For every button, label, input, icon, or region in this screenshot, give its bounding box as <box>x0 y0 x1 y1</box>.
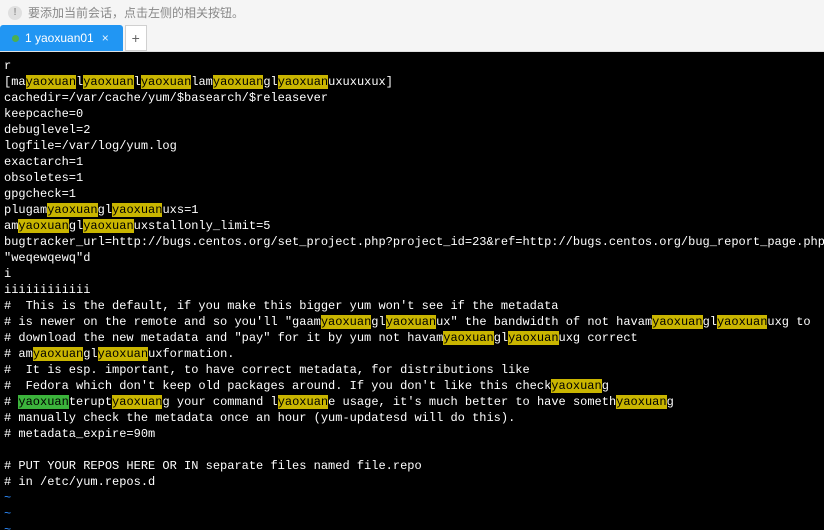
term-line: debuglevel=2 <box>4 123 90 137</box>
term-line: gpgcheck=1 <box>4 187 76 201</box>
term-line: r <box>4 59 11 73</box>
search-highlight: yaoxuan <box>278 75 328 89</box>
search-highlight: yaoxuan <box>616 395 666 409</box>
info-icon: ! <box>8 6 22 20</box>
tab-label: 1 yaoxuan01 <box>25 31 94 45</box>
term-line: # amyaoxuanglyaoxuanuxformation. <box>4 347 234 361</box>
search-highlight: yaoxuan <box>652 315 702 329</box>
search-highlight: yaoxuan <box>321 315 371 329</box>
term-line: [mayaoxuanlyaoxuanlyaoxuanlamyaoxuanglya… <box>4 75 393 89</box>
term-line: bugtracker_url=http://bugs.centos.org/se… <box>4 235 824 249</box>
search-highlight: yaoxuan <box>278 395 328 409</box>
search-highlight: yaoxuan <box>443 331 493 345</box>
term-line: cachedir=/var/cache/yum/$basearch/$relea… <box>4 91 328 105</box>
term-line: # yaoxuanteruptyaoxuang your command lya… <box>4 395 674 409</box>
term-line: plugamyaoxuanglyaoxuanuxs=1 <box>4 203 198 217</box>
search-highlight: yaoxuan <box>47 203 97 217</box>
hint-bar: ! 要添加当前会话，点击左侧的相关按钮。 <box>0 0 824 25</box>
search-highlight: yaoxuan <box>112 395 162 409</box>
search-highlight: yaoxuan <box>386 315 436 329</box>
term-line: iiiiiiiiiiii <box>4 283 90 297</box>
tab-bar: 1 yaoxuan01 × + <box>0 25 824 52</box>
search-highlight: yaoxuan <box>717 315 767 329</box>
term-line: obsoletes=1 <box>4 171 83 185</box>
term-line: logfile=/var/log/yum.log <box>4 139 177 153</box>
term-line: # in /etc/yum.repos.d <box>4 475 155 489</box>
search-highlight: yaoxuan <box>508 331 558 345</box>
term-line: # It is esp. important, to have correct … <box>4 363 530 377</box>
search-highlight: yaoxuan <box>18 219 68 233</box>
term-line: keepcache=0 <box>4 107 83 121</box>
session-tab[interactable]: 1 yaoxuan01 × <box>0 25 123 51</box>
search-highlight: yaoxuan <box>112 203 162 217</box>
new-tab-button[interactable]: + <box>125 25 147 51</box>
term-line: "weqewqewq"d <box>4 251 90 265</box>
term-line: exactarch=1 <box>4 155 83 169</box>
term-line: # Fedora which don't keep old packages a… <box>4 379 609 393</box>
status-dot-icon <box>12 35 19 42</box>
search-highlight-current: yaoxuan <box>18 395 68 409</box>
search-highlight: yaoxuan <box>26 75 76 89</box>
empty-line-tilde: ~ <box>4 491 11 505</box>
search-highlight: yaoxuan <box>213 75 263 89</box>
term-line: # PUT YOUR REPOS HERE OR IN separate fil… <box>4 459 422 473</box>
term-line: # manually check the metadata once an ho… <box>4 411 515 425</box>
terminal-viewport[interactable]: r [mayaoxuanlyaoxuanlyaoxuanlamyaoxuangl… <box>0 52 824 530</box>
empty-line-tilde: ~ <box>4 523 11 530</box>
search-highlight: yaoxuan <box>33 347 83 361</box>
search-highlight: yaoxuan <box>83 75 133 89</box>
term-line: # download the new metadata and "pay" fo… <box>4 331 638 345</box>
term-line: # is newer on the remote and so you'll "… <box>4 315 811 329</box>
empty-line-tilde: ~ <box>4 507 11 521</box>
term-line: i <box>4 267 11 281</box>
search-highlight: yaoxuan <box>551 379 601 393</box>
search-highlight: yaoxuan <box>141 75 191 89</box>
search-highlight: yaoxuan <box>83 219 133 233</box>
hint-text: 要添加当前会话，点击左侧的相关按钮。 <box>28 4 244 21</box>
term-line: # This is the default, if you make this … <box>4 299 559 313</box>
term-line: amyaoxuanglyaoxuanuxstallonly_limit=5 <box>4 219 270 233</box>
search-highlight: yaoxuan <box>98 347 148 361</box>
close-icon[interactable]: × <box>100 31 111 45</box>
term-line: # metadata_expire=90m <box>4 427 155 441</box>
